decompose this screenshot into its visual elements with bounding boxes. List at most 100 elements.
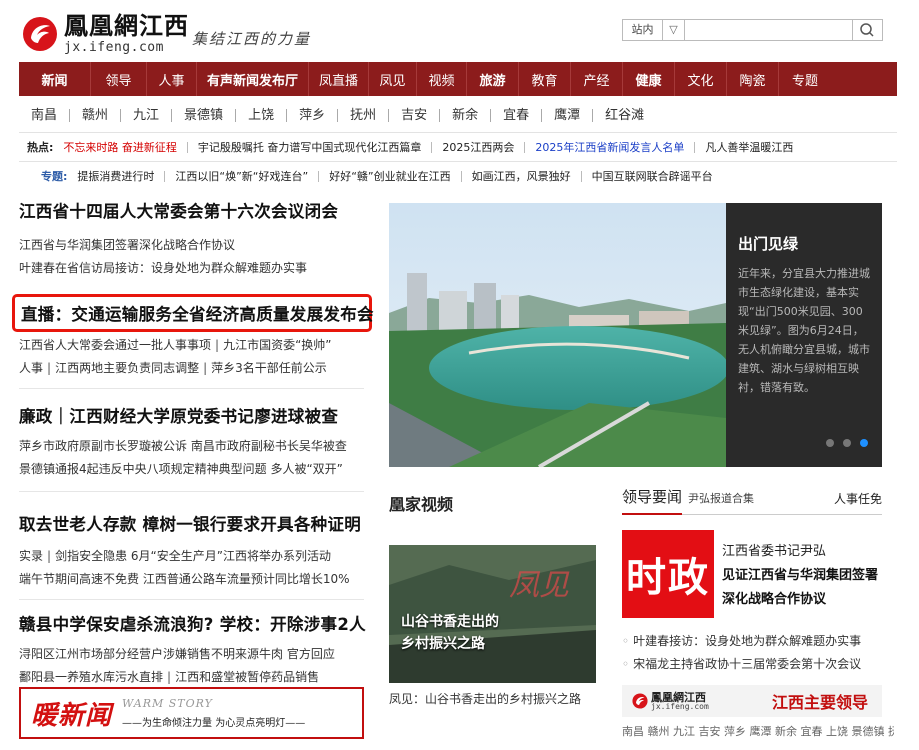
separator: | bbox=[47, 361, 52, 375]
nav-item-health[interactable]: 健康 bbox=[623, 62, 675, 96]
news-link[interactable]: 江西省人大常委会通过一批人事事项 bbox=[19, 338, 211, 352]
divider bbox=[19, 161, 897, 162]
tab-leaders-news[interactable]: 领导要闻 bbox=[622, 486, 683, 515]
topic-link[interactable]: 中国互联网联合辟谣平台 bbox=[580, 170, 723, 182]
bullet-icon: ◦ bbox=[622, 634, 630, 648]
news-link[interactable]: 人事 bbox=[19, 361, 43, 375]
news-link[interactable]: 端午节期间高速不免费 江西普通公路车流量预计同比增长10% bbox=[19, 570, 364, 587]
search-button[interactable] bbox=[852, 20, 882, 40]
headline-link[interactable]: 廉政｜江西财经大学原党委书记廖进球被查 bbox=[19, 403, 364, 427]
video-caption-link[interactable]: 凤见：山谷书香走出的乡村振兴之路 bbox=[389, 690, 581, 707]
politics-feature-subtitle[interactable]: 江西省委书记尹弘 bbox=[722, 540, 887, 564]
news-link[interactable]: 鄱阳县一养殖水库污水直排 bbox=[19, 670, 163, 684]
news-link[interactable]: 景德镇通报4起违反中央八项规定精神典型问题 多人被“双开” bbox=[19, 460, 364, 477]
hot-link[interactable]: 2025年江西省新闻发言人名单 bbox=[524, 141, 694, 153]
special-topics-bar: 专题: 提振消费进行时 江西以旧“焕”新“好戏连台” 好好“赣”创业就业在江西 … bbox=[19, 163, 897, 189]
city-link-honggutan[interactable]: 红谷滩 bbox=[593, 109, 656, 122]
news-link[interactable]: 九江市国资委“换帅” bbox=[223, 338, 331, 352]
search-input[interactable] bbox=[685, 20, 852, 40]
city-link-pingxiang[interactable]: 萍乡 bbox=[287, 108, 339, 122]
hot-topics-bar: 热点: 不忘来时路 奋进新征程 宇记殷殷嘱托 奋力谱写中国式现代化江西篇章 20… bbox=[19, 134, 897, 160]
city-link-shangrao[interactable]: 上饶 bbox=[236, 108, 288, 122]
nav-item-audio-news[interactable]: 有声新闻发布厅 bbox=[197, 62, 309, 96]
nav-item-travel[interactable]: 旅游 bbox=[467, 62, 519, 96]
nav-item-live[interactable]: 凤直播 bbox=[309, 62, 369, 96]
divider bbox=[19, 132, 897, 133]
news-link[interactable]: 宋福龙主持省政协十三届常委会第十次会议 bbox=[633, 657, 861, 671]
city-link-fuzhou[interactable]: 抚州 bbox=[338, 108, 390, 122]
headline-link[interactable]: 赣县中学保安虐杀流浪狗? 学校：开除涉事2人 bbox=[19, 611, 366, 635]
news-link[interactable]: 江西两地主要负责同志调整 bbox=[55, 361, 199, 375]
news-link[interactable]: 萍乡3名干部任前公示 bbox=[211, 361, 327, 375]
city-link-xinyu[interactable]: 新余 bbox=[440, 108, 492, 122]
nav-item-industry[interactable]: 产经 bbox=[571, 62, 623, 96]
carousel-dot-active[interactable] bbox=[860, 439, 868, 447]
nav-item-video[interactable]: 视频 bbox=[417, 62, 467, 96]
hot-link[interactable]: 宇记殷殷嘱托 奋力谱写中国式现代化江西篇章 bbox=[186, 141, 432, 153]
city-link-yichun[interactable]: 宜春 bbox=[491, 108, 543, 122]
nav-item-fengjian[interactable]: 凤见 bbox=[369, 62, 417, 96]
city-link-jingdezhen[interactable]: 景德镇 bbox=[172, 108, 237, 122]
video-section-title[interactable]: 凰家视频 bbox=[389, 491, 453, 515]
video-overlay-title: 山谷书香走出的 乡村振兴之路 bbox=[401, 611, 499, 655]
news-link[interactable]: 实录 bbox=[19, 549, 43, 563]
city-link-ganzhou[interactable]: 赣州 bbox=[70, 108, 122, 122]
site-logo[interactable]: 鳳凰網江西 jx.ifeng.com bbox=[22, 14, 189, 54]
tab-yinhong-collection[interactable]: 尹弘报道合集 bbox=[688, 490, 754, 514]
nav-item-news[interactable]: 新闻 bbox=[19, 62, 91, 96]
search-scope-select[interactable]: 站内 bbox=[623, 20, 663, 40]
carousel-title[interactable]: 出门见绿 bbox=[738, 233, 870, 254]
topic-link[interactable]: 好好“赣”创业就业在江西 bbox=[318, 170, 460, 182]
headline-link[interactable]: 取去世老人存款 樟树一银行要求开具各种证明 bbox=[19, 511, 364, 535]
topic-link[interactable]: 江西以旧“焕”新“好戏连台” bbox=[164, 170, 318, 182]
headline-link[interactable]: 江西省十四届人大常委会第十六次会议闭会 bbox=[19, 198, 364, 222]
live-headline-link[interactable]: 直播：交通运输服务全省经济高质量发展发布会 bbox=[21, 301, 374, 325]
leaders-news-list: ◦ 叶建春接访：设身处地为群众解难题办实事 ◦ 宋福龙主持省政协十三届常委会第十次会… bbox=[622, 630, 887, 676]
site-header: 鳳凰網江西 jx.ifeng.com 集结江西的力量 站内 ▽ bbox=[0, 0, 919, 62]
city-link-yingtan[interactable]: 鹰潭 bbox=[542, 108, 594, 122]
news-link[interactable]: 江西和盛堂被暂停药品销售 bbox=[175, 670, 319, 684]
topic-link[interactable]: 如画江西，风景独好 bbox=[460, 170, 581, 182]
photo-carousel[interactable]: 出门见绿 近年来，分宜县大力推进城市生态绿化建设，基本实现“出门500米见园、3… bbox=[389, 203, 882, 467]
nav-item-specials[interactable]: 专题 bbox=[779, 62, 831, 96]
leaders-city-links[interactable]: 南昌 赣州 九江 吉安 萍乡 鹰潭 新余 宜春 上饶 景德镇 抚州 bbox=[622, 723, 894, 739]
hot-link[interactable]: 凡人善举温暖江西 bbox=[694, 141, 803, 153]
hot-link[interactable]: 2025江西两会 bbox=[431, 141, 524, 153]
politics-feature: 江西省委书记尹弘 见证江西省与华润集团签署深化战略合作协议 bbox=[722, 540, 887, 612]
nav-item-ceramics[interactable]: 陶瓷 bbox=[727, 62, 779, 96]
phoenix-logo-icon bbox=[632, 693, 648, 709]
carousel-dot[interactable] bbox=[843, 439, 851, 447]
main-nav: 新闻 领导 人事 有声新闻发布厅 凤直播 凤见 视频 旅游 教育 产经 健康 文… bbox=[19, 62, 897, 96]
nav-item-leaders[interactable]: 领导 bbox=[91, 62, 147, 96]
politics-badge[interactable]: 时政 bbox=[622, 530, 714, 618]
carousel-dot[interactable] bbox=[826, 439, 834, 447]
nav-item-culture[interactable]: 文化 bbox=[675, 62, 727, 96]
news-link[interactable]: 江西省与华润集团签署深化战略合作协议 bbox=[19, 236, 364, 253]
carousel-dots bbox=[817, 439, 868, 447]
video-thumbnail[interactable]: 凤见 山谷书香走出的 乡村振兴之路 bbox=[389, 545, 596, 683]
news-link[interactable]: 叶建春接访：设身处地为群众解难题办实事 bbox=[633, 634, 861, 648]
news-link[interactable]: 叶建春在省信访局接访：设身处地为群众解难题办实事 bbox=[19, 259, 364, 276]
nav-item-education[interactable]: 教育 bbox=[519, 62, 571, 96]
topic-link[interactable]: 提振消费进行时 bbox=[77, 171, 164, 182]
highlighted-live-headline: 直播：交通运输服务全省经济高质量发展发布会 bbox=[12, 294, 374, 332]
news-line: 人事 | 江西两地主要负责同志调整 | 萍乡3名干部任前公示 bbox=[19, 359, 364, 376]
city-link-jian[interactable]: 吉安 bbox=[389, 108, 441, 122]
city-link-jiujiang[interactable]: 九江 bbox=[121, 108, 173, 122]
news-link[interactable]: 萍乡市政府原副市长罗璇被公诉 南昌市政府副秘书长吴华被查 bbox=[19, 437, 364, 454]
city-link-nanchang[interactable]: 南昌 bbox=[19, 108, 71, 122]
bullet-icon: ◦ bbox=[622, 657, 630, 671]
warm-story-banner[interactable]: 暖新闻 WARM STORY ——为生命倾注力量 为心灵点亮明灯—— bbox=[19, 687, 364, 739]
leaders-banner-logo-text: 鳳凰網江西 bbox=[651, 690, 706, 704]
video-overlay-line: 乡村振兴之路 bbox=[401, 636, 485, 652]
chevron-down-icon[interactable]: ▽ bbox=[663, 20, 685, 40]
politics-feature-title[interactable]: 见证江西省与华润集团签署深化战略合作协议 bbox=[722, 564, 887, 612]
nav-item-personnel[interactable]: 人事 bbox=[147, 62, 197, 96]
separator: | bbox=[167, 670, 172, 684]
tab-personnel[interactable]: 人事任免 bbox=[834, 490, 882, 514]
hot-link[interactable]: 不忘来时路 奋进新征程 bbox=[63, 142, 187, 153]
main-leaders-banner[interactable]: 鳳凰網江西 jx.ifeng.com 江西主要领导 bbox=[622, 685, 882, 717]
carousel-photo[interactable] bbox=[389, 203, 726, 467]
news-link[interactable]: 浔阳区江州市场部分经营户涉嫌销售不明来源牛肉 官方回应 bbox=[19, 645, 364, 662]
news-link[interactable]: 剑指安全隐患 6月“安全生产月”江西将举办系列活动 bbox=[55, 549, 331, 563]
